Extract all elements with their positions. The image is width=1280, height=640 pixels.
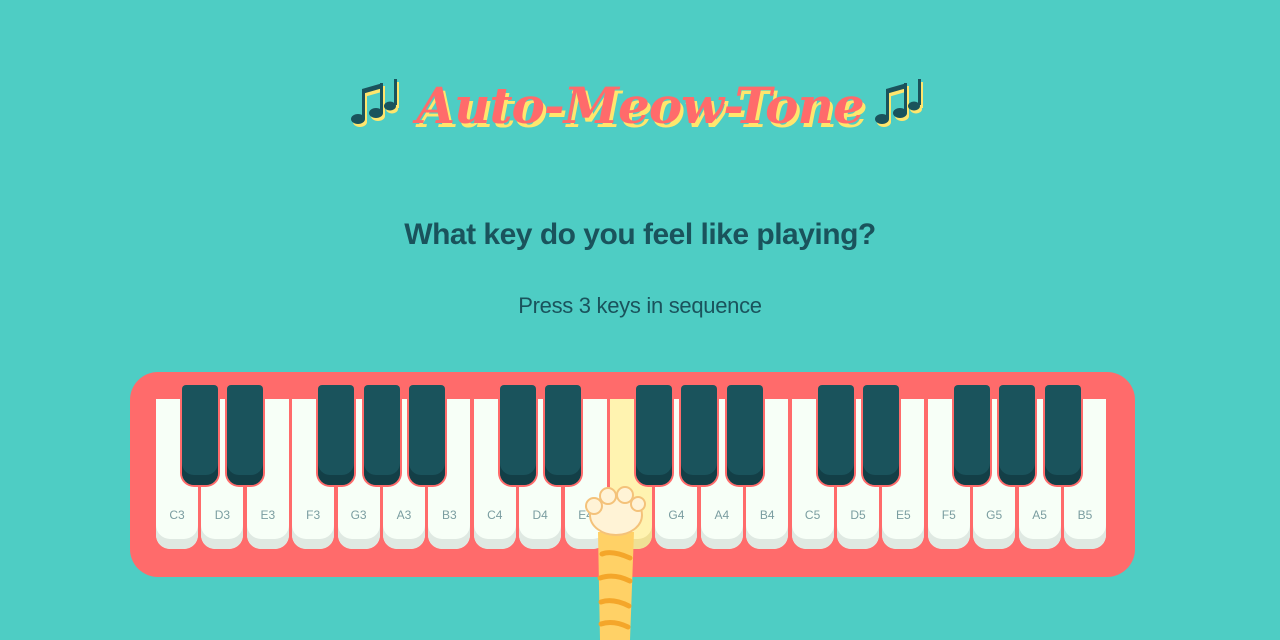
black-key[interactable]	[635, 385, 672, 485]
key-label: F5	[941, 508, 956, 522]
black-key[interactable]	[681, 385, 718, 485]
cat-paw-icon	[585, 486, 646, 640]
black-key[interactable]	[318, 385, 355, 485]
black-key[interactable]	[545, 385, 582, 485]
question-heading: What key do you feel like playing?	[404, 218, 876, 251]
app-title: Auto-Meow-Tone	[416, 75, 864, 135]
key-label: G4	[668, 508, 685, 522]
key-label: G5	[986, 508, 1003, 522]
key-label: E5	[896, 508, 911, 522]
music-notes-icon	[351, 79, 400, 127]
key-label: E3	[260, 508, 276, 522]
black-keys-row	[130, 385, 1135, 487]
black-key[interactable]	[363, 385, 400, 485]
music-notes-icon	[874, 79, 923, 127]
key-label: B5	[1077, 508, 1093, 522]
key-label: B4	[759, 508, 775, 522]
black-key[interactable]	[862, 385, 899, 485]
key-label: D5	[850, 508, 866, 522]
key-label: A5	[1032, 508, 1047, 522]
black-key[interactable]	[953, 385, 990, 485]
key-label: C4	[487, 508, 503, 522]
key-label: A4	[714, 508, 730, 522]
black-key[interactable]	[408, 385, 445, 485]
key-label: B3	[442, 508, 457, 522]
black-key[interactable]	[181, 385, 218, 485]
key-label: F3	[306, 508, 321, 522]
key-label: C3	[169, 508, 185, 522]
key-label: G3	[350, 508, 367, 522]
key-label: D3	[214, 508, 231, 522]
key-label: D4	[532, 508, 548, 522]
instruction-text: Press 3 keys in sequence	[518, 293, 762, 318]
black-key[interactable]	[726, 385, 763, 485]
title-row: Auto-Meow-Tone	[0, 70, 1280, 140]
black-key[interactable]	[1044, 385, 1081, 485]
black-key[interactable]	[999, 385, 1036, 485]
black-key[interactable]	[227, 385, 264, 485]
black-key[interactable]	[817, 385, 854, 485]
black-key[interactable]	[499, 385, 536, 485]
key-label: A3	[396, 508, 412, 522]
key-label: C5	[804, 508, 821, 522]
